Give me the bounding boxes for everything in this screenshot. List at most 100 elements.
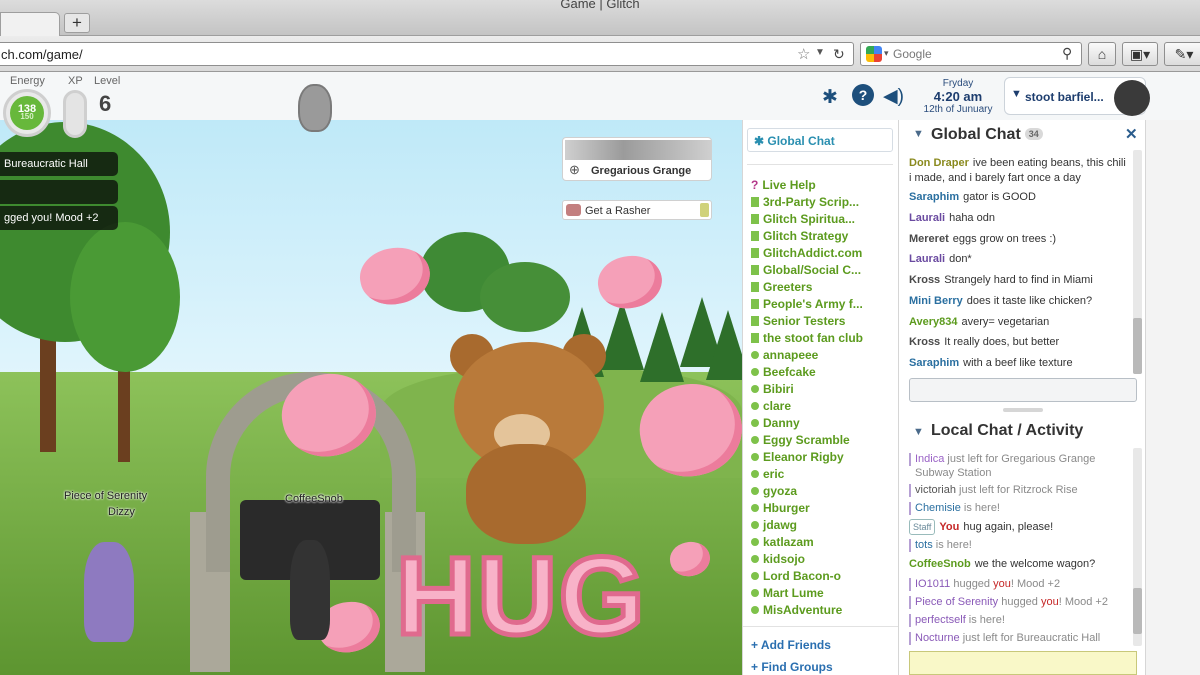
extension-button[interactable]: ✎▾: [1164, 42, 1200, 66]
message-author[interactable]: Don Draper: [909, 157, 969, 169]
help-icon[interactable]: ?: [852, 84, 874, 106]
scrollbar-thumb[interactable]: [1133, 318, 1142, 374]
url-text: ch.com/game/: [1, 47, 83, 62]
activity-user[interactable]: Nocturne: [915, 632, 960, 644]
channel-item[interactable]: People's Army f...: [751, 297, 863, 311]
global-chat-scrollbar[interactable]: [1133, 150, 1142, 374]
pet-rock-icon[interactable]: [298, 84, 332, 132]
message-author[interactable]: Saraphim: [909, 191, 959, 203]
friend-label: Beefcake: [763, 365, 816, 379]
home-button[interactable]: ⌂: [1088, 42, 1116, 66]
message-author[interactable]: Kross: [909, 336, 940, 348]
friend-item[interactable]: annapeee: [751, 348, 818, 362]
new-tab-button[interactable]: +: [64, 13, 90, 33]
message-author[interactable]: Laurali: [909, 253, 945, 265]
find-groups-link[interactable]: + Find Groups: [751, 660, 833, 674]
chat-message: Saraphim with a beef like texture: [909, 356, 1127, 371]
activity-user[interactable]: Chemisie: [915, 502, 961, 514]
channel-item[interactable]: the stoot fan club: [751, 331, 863, 345]
search-bar[interactable]: ▾ Google ⚲: [860, 42, 1082, 66]
group-icon: [751, 231, 759, 241]
friend-item[interactable]: katlazam: [751, 535, 814, 549]
message-author[interactable]: CoffeeSnob: [909, 558, 971, 570]
message-author[interactable]: Mereret: [909, 233, 949, 245]
player-avatar-dizzy[interactable]: [84, 542, 134, 642]
url-dropdown-icon[interactable]: ▼: [815, 47, 825, 58]
friend-item[interactable]: Hburger: [751, 501, 810, 515]
friend-item[interactable]: gyoza: [751, 484, 797, 498]
player-name-tag[interactable]: Piece of Serenity: [64, 490, 147, 502]
energy-gauge[interactable]: 138 150: [3, 89, 51, 137]
friend-item[interactable]: clare: [751, 399, 791, 413]
bug-icon[interactable]: ✱: [822, 86, 838, 109]
search-input[interactable]: Google: [893, 47, 932, 61]
resize-handle[interactable]: [1003, 408, 1043, 412]
friend-item[interactable]: Eleanor Rigby: [751, 450, 844, 464]
zoom-icon[interactable]: ⊕: [569, 162, 580, 178]
friend-item[interactable]: Bibiri: [751, 382, 794, 396]
friend-item[interactable]: jdawg: [751, 518, 797, 532]
channel-item[interactable]: GlitchAddict.com: [751, 246, 862, 260]
location-card[interactable]: ⊕ Gregarious Grange: [562, 137, 712, 181]
player-avatar-coffeesnob[interactable]: [290, 540, 330, 640]
channel-item[interactable]: Greeters: [751, 280, 812, 294]
activity-user[interactable]: perfectself: [915, 614, 966, 626]
friend-item[interactable]: kidsojo: [751, 552, 805, 566]
friend-item[interactable]: Lord Bacon-o: [751, 569, 841, 583]
chevron-down-icon[interactable]: ▼: [913, 426, 924, 438]
xp-gauge[interactable]: [63, 90, 87, 138]
quest-card[interactable]: Get a Rasher: [562, 200, 712, 220]
channel-item[interactable]: Glitch Spiritua...: [751, 212, 855, 226]
group-icon: [751, 248, 759, 258]
search-icon[interactable]: ⚲: [1062, 45, 1072, 62]
online-icon: [751, 436, 759, 444]
activity-text: is here!: [960, 502, 1000, 514]
player-name-tag[interactable]: Dizzy: [108, 506, 135, 518]
activity-user[interactable]: tots: [915, 539, 933, 551]
level-label: Level: [94, 75, 121, 87]
bookmarks-button[interactable]: ▣▾: [1122, 42, 1158, 66]
activity-user[interactable]: IO1011: [915, 578, 950, 590]
game-viewport[interactable]: Energy XP Level 138 150 6 Bureaucratic H…: [0, 72, 742, 675]
local-chat-scrollbar[interactable]: [1133, 448, 1142, 646]
scrollbar-thumb[interactable]: [1133, 588, 1142, 634]
search-engine-dropdown-icon[interactable]: ▾: [884, 48, 889, 59]
reload-icon[interactable]: ↻: [833, 46, 845, 63]
channel-item[interactable]: Global/Social C...: [751, 263, 861, 277]
channel-global-chat[interactable]: ✱ Global Chat: [747, 128, 893, 152]
channel-item[interactable]: Senior Testers: [751, 314, 845, 328]
right-gutter: [1146, 120, 1200, 675]
message-author[interactable]: Avery834: [909, 316, 958, 328]
player-name-tag[interactable]: CoffeeSnob: [285, 493, 343, 505]
channel-live-help[interactable]: ? Live Help: [751, 178, 816, 192]
activity-user[interactable]: Piece of Serenity: [915, 596, 998, 608]
star-icon[interactable]: ☆: [797, 45, 810, 63]
global-chat-input[interactable]: [909, 378, 1137, 402]
address-bar[interactable]: ch.com/game/ ☆ ▼ ↻: [0, 42, 854, 66]
activity-user[interactable]: victoriah: [915, 484, 956, 496]
local-chat-input[interactable]: [909, 651, 1137, 675]
friend-item[interactable]: MisAdventure: [751, 603, 842, 617]
add-friends-link[interactable]: + Add Friends: [751, 638, 831, 652]
friend-item[interactable]: Beefcake: [751, 365, 816, 379]
close-icon[interactable]: ✕: [1125, 125, 1138, 143]
channel-item[interactable]: 3rd-Party Scrip...: [751, 195, 859, 209]
avatar[interactable]: [1114, 80, 1150, 116]
message-author[interactable]: Kross: [909, 274, 940, 286]
friend-item[interactable]: Eggy Scramble: [751, 433, 850, 447]
channel-item[interactable]: Glitch Strategy: [751, 229, 848, 243]
message-author[interactable]: You: [939, 521, 959, 533]
chevron-down-icon[interactable]: ▼: [913, 128, 924, 140]
message-author[interactable]: Saraphim: [909, 357, 959, 369]
google-logo-icon[interactable]: [866, 46, 882, 62]
friend-item[interactable]: Danny: [751, 416, 800, 430]
friend-item[interactable]: eric: [751, 467, 784, 481]
volume-icon[interactable]: ◀): [883, 85, 904, 108]
message-author[interactable]: Mini Berry: [909, 295, 963, 307]
message-author[interactable]: Laurali: [909, 212, 945, 224]
browser-tab[interactable]: [0, 12, 60, 36]
location-minimap[interactable]: [565, 140, 711, 160]
activity-user[interactable]: Indica: [915, 453, 944, 465]
friend-item[interactable]: Mart Lume: [751, 586, 824, 600]
divider: [743, 626, 899, 627]
